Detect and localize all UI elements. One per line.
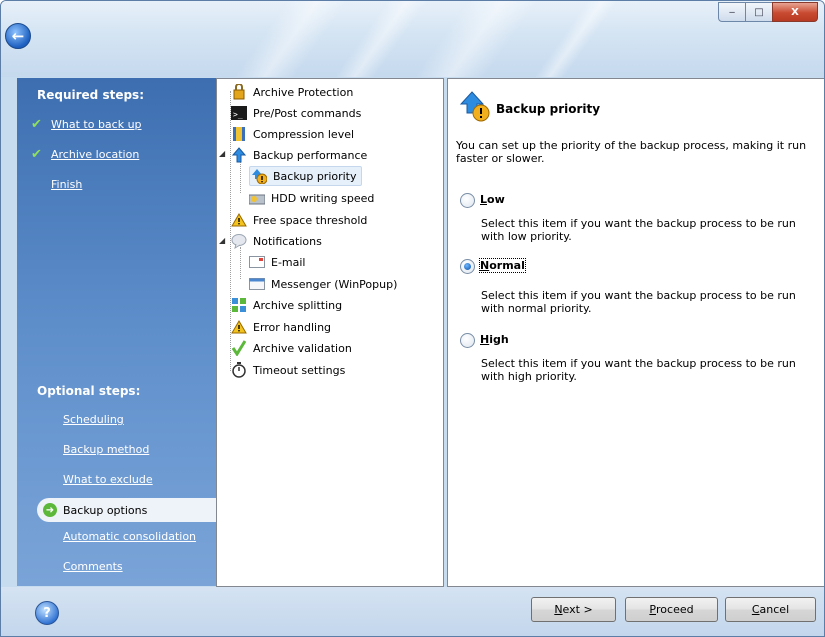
radio-high-description: Select this item if you want the backup … xyxy=(481,357,796,383)
validation-icon xyxy=(231,340,247,356)
timer-icon xyxy=(231,362,247,378)
title-sheen xyxy=(334,1,428,77)
option-detail-panel: Backup priority You can set up the prior… xyxy=(447,78,824,587)
notification-icon xyxy=(231,233,247,249)
splitting-icon xyxy=(231,297,247,313)
compression-icon xyxy=(231,126,247,142)
tree-label: Notifications xyxy=(253,234,322,248)
selection-highlight: Backup priority xyxy=(249,166,362,186)
radio-low-label[interactable]: Low xyxy=(480,193,505,206)
maximize-button[interactable]: □ xyxy=(745,2,773,22)
cancel-button[interactable]: Cancel xyxy=(725,597,816,622)
tree-item-pre-post-commands[interactable]: >_ Pre/Post commands xyxy=(231,103,361,123)
panel-description: You can set up the priority of the backu… xyxy=(456,139,807,165)
collapse-arrow-icon[interactable]: ◢ xyxy=(219,149,227,158)
check-icon: ✔ xyxy=(31,147,42,162)
window-controls: ‒ □ X xyxy=(718,2,818,22)
tree-item-archive-validation[interactable]: Archive validation xyxy=(231,338,352,358)
tree-item-compression-level[interactable]: Compression level xyxy=(231,124,354,144)
priority-icon xyxy=(251,168,267,184)
tree-label: Archive validation xyxy=(253,341,352,355)
tree-line xyxy=(240,161,241,193)
panel-title: Backup priority xyxy=(496,102,601,116)
tree-item-hdd-writing-speed[interactable]: HDD writing speed xyxy=(249,188,374,208)
required-steps-header: Required steps: xyxy=(37,88,144,102)
title-bar: ‒ □ X ← xyxy=(1,1,824,77)
svg-text:>_: >_ xyxy=(233,110,243,119)
tree-item-timeout-settings[interactable]: Timeout settings xyxy=(231,360,345,380)
tree-label: Archive Protection xyxy=(253,85,354,99)
tree-item-error-handling[interactable]: Error handling xyxy=(231,317,331,337)
tree-label: Error handling xyxy=(253,320,332,334)
tree-item-backup-priority[interactable]: Backup priority xyxy=(249,166,362,186)
minimize-button[interactable]: ‒ xyxy=(718,2,746,22)
back-arrow-icon[interactable]: ← xyxy=(5,23,31,49)
next-button[interactable]: Next > xyxy=(531,597,616,622)
email-icon xyxy=(249,254,265,270)
title-sheen xyxy=(534,1,618,77)
radio-normal-label[interactable]: Normal xyxy=(479,258,526,273)
step-backup-method[interactable]: Backup method xyxy=(63,443,149,456)
step-backup-options[interactable]: ➜ Backup options xyxy=(37,498,216,522)
check-icon: ✔ xyxy=(31,117,42,132)
warning-icon xyxy=(231,212,247,228)
up-arrow-icon xyxy=(231,147,247,163)
step-what-to-exclude[interactable]: What to exclude xyxy=(63,473,153,486)
current-step-arrow-icon: ➜ xyxy=(43,503,57,517)
title-sheen xyxy=(234,1,348,77)
options-tree: Archive Protection >_ Pre/Post commands … xyxy=(216,78,444,587)
help-icon[interactable]: ? xyxy=(35,601,59,625)
step-finish[interactable]: Finish xyxy=(51,178,82,191)
tree-item-backup-performance[interactable]: Backup performance xyxy=(231,145,367,165)
radio-low-description: Select this item if you want the backup … xyxy=(481,217,796,243)
tree-label: Archive splitting xyxy=(253,298,343,312)
tree-item-email[interactable]: E-mail xyxy=(249,252,306,272)
close-button[interactable]: X xyxy=(772,2,818,22)
tree-label: Free space threshold xyxy=(253,213,368,227)
tree-line xyxy=(240,247,241,279)
tree-item-free-space-threshold[interactable]: Free space threshold xyxy=(231,210,367,230)
step-scheduling[interactable]: Scheduling xyxy=(63,413,124,426)
priority-icon xyxy=(459,91,490,126)
console-icon: >_ xyxy=(231,105,247,121)
tree-label: Backup performance xyxy=(253,148,368,162)
collapse-arrow-icon[interactable]: ◢ xyxy=(219,236,227,245)
tree-label: E-mail xyxy=(271,255,306,269)
step-what-to-back-up[interactable]: What to back up xyxy=(51,118,142,131)
step-archive-location[interactable]: Archive location xyxy=(51,148,139,161)
step-automatic-consolidation[interactable]: Automatic consolidation xyxy=(63,530,196,543)
radio-low[interactable] xyxy=(460,193,475,208)
tree-label: HDD writing speed xyxy=(271,191,375,205)
radio-normal-description: Select this item if you want the backup … xyxy=(481,289,796,315)
wizard-window: ‒ □ X ← Required steps: ✔ What to back u… xyxy=(0,0,825,637)
tree-label: Compression level xyxy=(253,127,355,141)
optional-steps-header: Optional steps: xyxy=(37,384,141,398)
proceed-button[interactable]: Proceed xyxy=(625,597,718,622)
messenger-icon xyxy=(249,276,265,292)
title-sheen xyxy=(414,1,538,77)
radio-high[interactable] xyxy=(460,333,475,348)
warning-icon xyxy=(231,319,247,335)
steps-sidebar: Required steps: ✔ What to back up ✔ Arch… xyxy=(17,78,216,586)
tree-item-messenger[interactable]: Messenger (WinPopup) xyxy=(249,274,397,294)
step-comments[interactable]: Comments xyxy=(63,560,123,573)
tree-item-notifications[interactable]: Notifications xyxy=(231,231,322,251)
tree-label: Pre/Post commands xyxy=(253,106,362,120)
tree-item-archive-splitting[interactable]: Archive splitting xyxy=(231,295,342,315)
tree-label: Timeout settings xyxy=(253,363,346,377)
tree-label: Backup priority xyxy=(273,169,357,183)
footer-bar: ? Next > Proceed Cancel xyxy=(1,587,824,636)
tree-item-archive-protection[interactable]: Archive Protection xyxy=(231,82,353,102)
tree-label: Messenger (WinPopup) xyxy=(271,277,398,291)
lock-icon xyxy=(231,84,247,100)
hdd-icon xyxy=(249,190,265,206)
radio-normal[interactable] xyxy=(460,259,475,274)
radio-high-label[interactable]: High xyxy=(480,333,509,346)
step-backup-options-label: Backup options xyxy=(63,503,148,517)
